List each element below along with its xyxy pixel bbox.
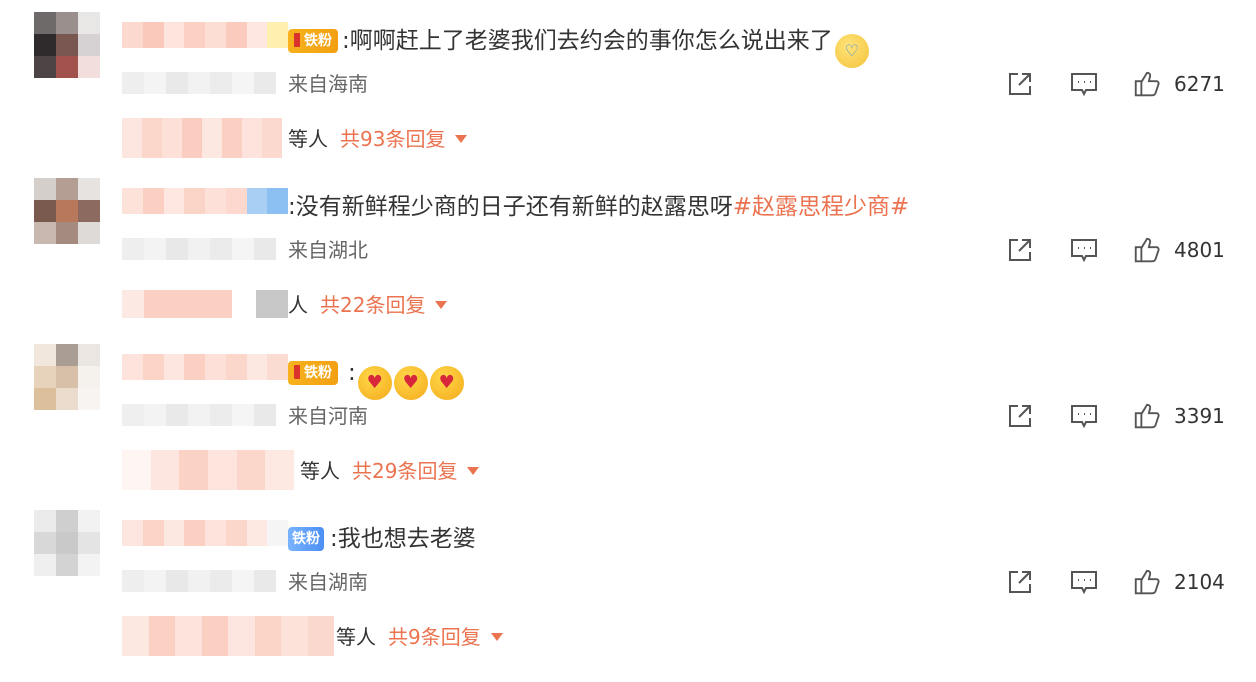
reply-count-link[interactable]: 共93条回复 (340, 127, 445, 151)
share-icon (1009, 73, 1031, 95)
like-count: 2104 (1174, 570, 1225, 594)
share-icon (1009, 239, 1031, 261)
comment-icon (1071, 405, 1097, 429)
chevron-down-icon[interactable] (490, 633, 503, 641)
like-count: 6271 (1174, 72, 1225, 96)
username-pixelated[interactable] (122, 520, 288, 546)
like-button[interactable]: 4801 (1132, 234, 1225, 266)
comment-text: :我也想去老婆 (330, 526, 476, 552)
avatar[interactable] (34, 510, 100, 576)
like-icon (1134, 71, 1160, 97)
comment-item: 铁粉 : ♥ ♥ ♥ 来自河南 3391 等人 共29条回复 (0, 332, 1256, 498)
like-icon (1134, 403, 1160, 429)
comment-button[interactable] (1068, 234, 1100, 266)
share-icon (1009, 571, 1031, 593)
user-info-pixelated (122, 238, 276, 260)
share-button[interactable] (1004, 566, 1036, 598)
reply-users-pixelated (122, 118, 282, 158)
reply-count-link[interactable]: 共29条回复 (352, 459, 457, 483)
comment-actions: 3391 (1000, 400, 1240, 432)
share-button[interactable] (1004, 400, 1036, 432)
like-icon (1134, 569, 1160, 595)
comment-icon (1071, 239, 1097, 263)
comment-item: 铁粉 :我也想去老婆 来自湖南 2104 等人 共9条回复 (0, 498, 1256, 664)
reply-summary[interactable]: 等人 共29条回复 (300, 456, 480, 486)
share-button[interactable] (1004, 234, 1036, 266)
reply-count-link[interactable]: 共9条回复 (388, 625, 481, 649)
comment-text: :没有新鲜程少商的日子还有新鲜的赵露思呀#赵露思程少商# (288, 194, 910, 220)
user-info-pixelated (122, 404, 276, 426)
comment-actions: 4801 (1000, 234, 1240, 266)
heart-eyes-face-icon: ♥ (393, 366, 428, 400)
share-button[interactable] (1004, 68, 1036, 100)
comment-icon (1071, 73, 1097, 97)
fan-badge: 铁粉 (288, 527, 324, 551)
like-button[interactable]: 6271 (1132, 68, 1225, 100)
comment-actions: 6271 (1000, 68, 1240, 100)
comment-actions: 2104 (1000, 566, 1240, 598)
avatar[interactable] (34, 178, 100, 244)
avatar[interactable] (34, 344, 100, 410)
comment-button[interactable] (1068, 400, 1100, 432)
comment-item: :没有新鲜程少商的日子还有新鲜的赵露思呀#赵露思程少商# 来自湖北 4801 人… (0, 166, 1256, 332)
hashtag-link[interactable]: #赵露思程少商# (733, 194, 910, 220)
like-icon (1134, 237, 1160, 263)
heart-eyes-face-icon: ♥ (357, 366, 392, 400)
location-label: 来自河南 (288, 404, 368, 428)
comment-text: :啊啊赶上了老婆我们去约会的事你怎么说出来了 ♡ (342, 24, 869, 68)
user-info-pixelated (122, 570, 276, 592)
comment-item: 铁粉 :啊啊赶上了老婆我们去约会的事你怎么说出来了 ♡ 来自海南 6271 等人共… (0, 0, 1256, 166)
comment-text: : ♥ ♥ ♥ (348, 356, 464, 400)
comment-button[interactable] (1068, 566, 1100, 598)
reply-count-link[interactable]: 共22条回复 (320, 293, 425, 317)
reply-users-pixelated (122, 616, 334, 656)
location-label: 来自湖北 (288, 238, 368, 262)
chevron-down-icon[interactable] (435, 301, 448, 309)
chevron-down-icon[interactable] (455, 135, 468, 143)
comment-icon (1071, 571, 1097, 595)
username-pixelated[interactable] (122, 22, 288, 48)
location-label: 来自湖南 (288, 570, 368, 594)
user-info-pixelated (122, 72, 276, 94)
username-pixelated[interactable] (122, 354, 288, 380)
reply-summary[interactable]: 人共22条回复 (288, 290, 448, 320)
reply-users-pixelated (122, 290, 288, 318)
like-count: 4801 (1174, 238, 1225, 262)
comment-button[interactable] (1068, 68, 1100, 100)
crying-face-icon: ♡ (834, 34, 869, 68)
heart-eyes-face-icon: ♥ (429, 366, 464, 400)
fan-badge: 铁粉 (288, 29, 338, 53)
like-count: 3391 (1174, 404, 1225, 428)
chevron-down-icon[interactable] (467, 467, 480, 475)
reply-users-pixelated (122, 450, 294, 490)
avatar[interactable] (34, 12, 100, 78)
like-button[interactable]: 2104 (1132, 566, 1225, 598)
like-button[interactable]: 3391 (1132, 400, 1225, 432)
username-pixelated[interactable] (122, 188, 288, 214)
reply-summary[interactable]: 等人 共9条回复 (336, 622, 503, 652)
fan-badge: 铁粉 (288, 361, 338, 385)
share-icon (1009, 405, 1031, 427)
reply-summary[interactable]: 等人 共93条回复 (288, 124, 468, 154)
location-label: 来自海南 (288, 72, 368, 96)
